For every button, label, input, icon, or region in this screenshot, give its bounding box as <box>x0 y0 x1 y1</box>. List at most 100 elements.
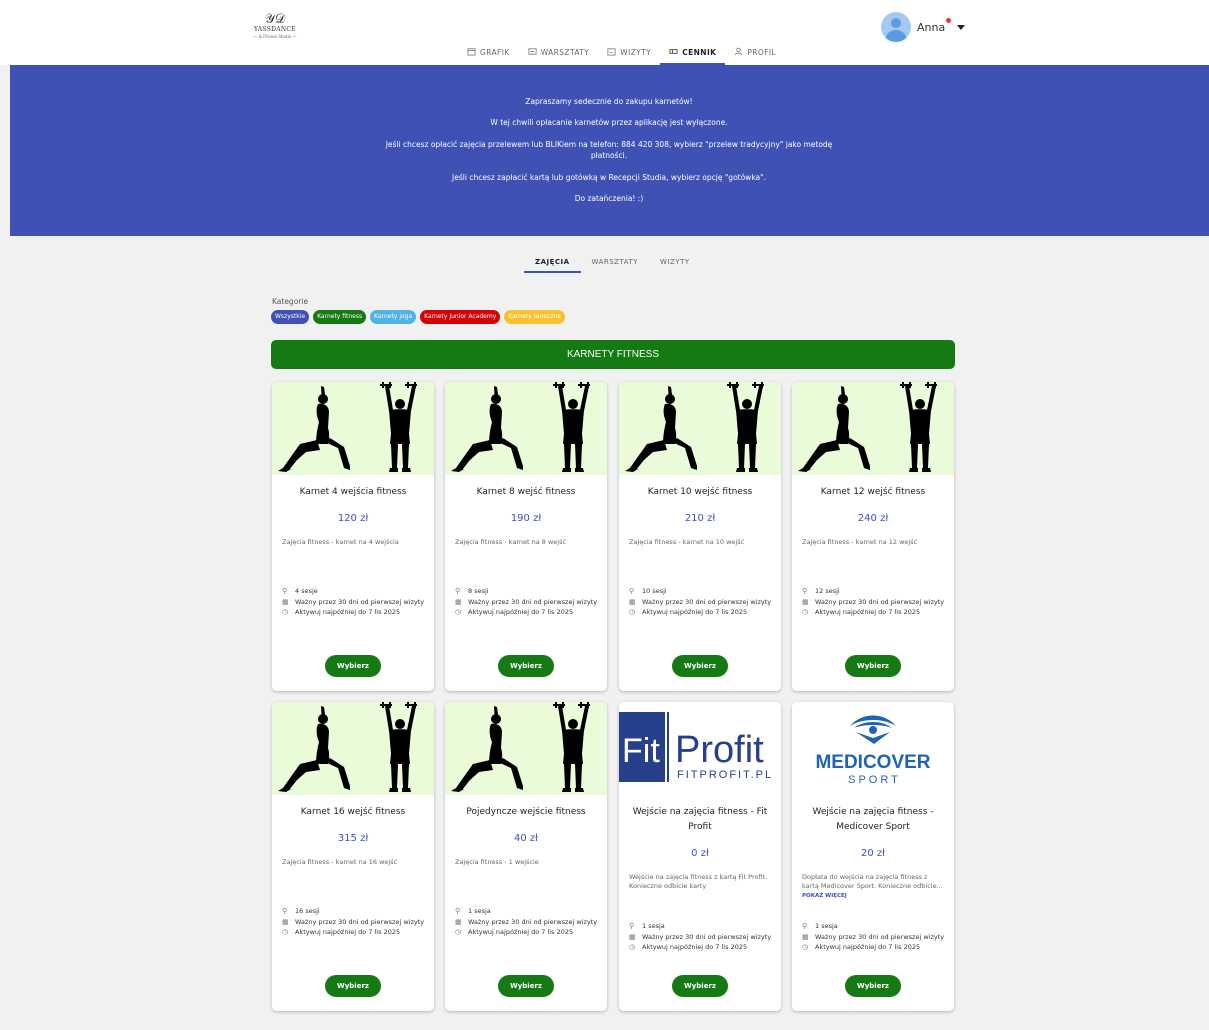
person-icon: ⚲ <box>802 587 808 595</box>
description-text: Dopłata do wejścia na zajęcia fitness z … <box>802 873 943 890</box>
clock-icon: ◷ <box>802 608 809 616</box>
category-chip[interactable]: Karnety Junior Academy <box>420 310 501 324</box>
nav-item-wizyty[interactable]: WIZYTY <box>598 42 660 63</box>
visits-icon <box>607 47 616 58</box>
fitness-image <box>445 702 607 795</box>
choose-button[interactable]: Wybierz <box>845 655 901 677</box>
nav-item-cennik[interactable]: CENNIK <box>660 42 726 65</box>
sessions-text: 10 sesji <box>642 587 667 595</box>
person-icon <box>734 47 743 58</box>
product-card[interactable]: Karnet 16 wejść fitness 315 zł Zajęcia fit… <box>272 702 434 1011</box>
user-name[interactable]: Anna <box>917 17 952 34</box>
card-meta: ⚲ 4 sesje ▦ Ważny przez 30 dni od pierwszej… <box>282 587 427 619</box>
validity-text: Ważny przez 30 dni od pierwszej wizyty <box>815 597 945 606</box>
description-text: Zajęcia fitness - karnet na 10 wejść <box>629 538 745 546</box>
validity-text: Ważny przez 30 dni od pierwszej wizyty <box>295 597 425 606</box>
meta-row: ◷ Aktywuj najpóźniej do 7 lis 2025 <box>282 928 427 937</box>
card-title: Wejście na zajęcia fitness - Medicover S… <box>812 807 934 832</box>
banner-line-4: Jeśli chcesz zapłacić kartą lub gotówką … <box>452 173 766 182</box>
choose-button[interactable]: Wybierz <box>845 975 901 997</box>
chevron-down-icon[interactable] <box>957 24 966 30</box>
description-text: Zajęcia fitness - karnet na 4 wejścia <box>282 538 399 546</box>
person-icon: ⚲ <box>282 587 288 595</box>
meta-row: ◷ Aktywuj najpóźniej do 7 lis 2025 <box>802 943 947 952</box>
type-tabs: ZAJĘCIA WARSZTATY WIZYTY <box>524 253 701 273</box>
nav-item-warsztaty[interactable]: WARSZTATY <box>519 42 599 63</box>
nav-label: CENNIK <box>682 48 717 57</box>
product-card[interactable]: Fit Profit FITPROFIT.PL Wejście na zajęcia … <box>619 702 781 1011</box>
description-text: Zajęcia fitness - karnet na 12 wejść <box>802 538 918 546</box>
card-meta: ⚲ 12 sesji ▦ Ważny przez 30 dni od pierwsze… <box>802 587 947 619</box>
choose-button[interactable]: Wybierz <box>672 655 728 677</box>
choose-button[interactable]: Wybierz <box>325 655 381 677</box>
sessions-text: 1 sesja <box>468 907 491 915</box>
meta-row: ⚲ 8 sesji <box>455 587 600 596</box>
person-icon: ⚲ <box>629 922 635 930</box>
activation-text: Aktywuj najpóźniej do 7 lis 2025 <box>468 928 574 936</box>
svg-text:S P O R T: S P O R T <box>848 774 898 786</box>
choose-button[interactable]: Wybierz <box>498 975 554 997</box>
sessions-text: 16 sesji <box>295 907 320 915</box>
meta-row: ⚲ 16 sesji <box>282 907 427 916</box>
workshop-icon <box>528 47 537 58</box>
choose-button[interactable]: Wybierz <box>672 975 728 997</box>
meta-row: ◷ Aktywuj najpóźniej do 7 lis 2025 <box>282 608 427 617</box>
card-meta: ⚲ 1 sesja ▦ Ważny przez 30 dni od pierwszej… <box>629 922 774 954</box>
choose-button[interactable]: Wybierz <box>498 655 554 677</box>
medicover-logo: MEDICOVER S P O R T <box>792 702 954 795</box>
fitness-image <box>272 702 434 795</box>
top-header: 𝒴𝒟 YASSDANCE — & Fitness Studio — GRAFIK… <box>0 0 1209 65</box>
category-chip[interactable]: Karnety joga <box>370 310 417 324</box>
tab-zajecia[interactable]: ZAJĘCIA <box>524 253 581 273</box>
show-more-link[interactable]: POKAŻ WIĘCEJ <box>802 893 847 899</box>
calendar-icon: ▦ <box>629 932 636 941</box>
meta-row: ▦ Ważny przez 30 dni od pierwszej wizyty <box>455 598 600 607</box>
card-price: 20 zł <box>861 848 885 859</box>
choose-button[interactable]: Wybierz <box>325 975 381 997</box>
info-banner: Zapraszamy sedecznie do zakupu karnetów!… <box>10 65 1209 236</box>
validity-text: Ważny przez 30 dni od pierwszej wizyty <box>468 917 598 926</box>
categories-label: Kategorie <box>272 297 309 306</box>
nav-item-grafik[interactable]: GRAFIK <box>458 42 519 63</box>
category-chip[interactable]: Karnety taneczne <box>504 310 565 324</box>
meta-row: ⚲ 1 sesja <box>802 922 947 931</box>
svg-text:FITPROFIT.PL: FITPROFIT.PL <box>677 769 773 781</box>
product-card[interactable]: Karnet 8 wejść fitness 190 zł Zajęcia fitn… <box>445 382 607 691</box>
product-card[interactable]: Karnet 4 wejścia fitness 120 zł Zajęcia fi… <box>272 382 434 691</box>
logo-subtitle: — & Fitness Studio — <box>253 34 297 39</box>
nav-item-profil[interactable]: PROFIL <box>725 42 785 63</box>
tab-warsztaty[interactable]: WARSZTATY <box>581 253 649 271</box>
card-description: Zajęcia fitness - karnet na 4 wejścia <box>272 538 434 547</box>
banner-line-5: Do zatańczenia! :) <box>574 194 644 203</box>
calendar-icon: ▦ <box>802 597 809 606</box>
product-card[interactable]: Pojedyncze wejście fitness 40 zł Zajęcia f… <box>445 702 607 1011</box>
main-nav: GRAFIK WARSZTATY WIZYTY CENNIK PROFIL <box>458 42 785 65</box>
calendar-icon: ▦ <box>629 597 636 606</box>
svg-text:MEDICOVER: MEDICOVER <box>815 752 930 773</box>
meta-row: ▦ Ważny przez 30 dni od pierwszej wizyty <box>282 918 427 927</box>
clock-icon: ◷ <box>282 608 289 616</box>
person-icon: ⚲ <box>629 587 635 595</box>
studio-logo[interactable]: 𝒴𝒟 YASSDANCE — & Fitness Studio — <box>252 13 298 40</box>
calendar-icon: ▦ <box>455 917 462 926</box>
product-card[interactable]: Karnet 12 wejść fitness 240 zł Zajęcia fit… <box>792 382 954 691</box>
meta-row: ▦ Ważny przez 30 dni od pierwszej wizyty <box>802 933 947 942</box>
clock-icon: ◷ <box>455 928 462 936</box>
nav-label: PROFIL <box>747 48 777 57</box>
category-chip[interactable]: Wszystkie <box>271 310 310 324</box>
product-card[interactable]: Karnet 10 wejść fitness 210 zł Zajęcia fit… <box>619 382 781 691</box>
activation-text: Aktywuj najpóźniej do 7 lis 2025 <box>468 608 574 616</box>
meta-row: ◷ Aktywuj najpóźniej do 7 lis 2025 <box>629 943 774 952</box>
fitness-image <box>272 382 434 475</box>
ticket-icon <box>669 47 678 58</box>
card-description: Dopłata do wejścia na zajęcia fitness z … <box>792 873 954 901</box>
person-icon: ⚲ <box>802 922 808 930</box>
card-description: Zajęcia fitness - karnet na 12 wejść <box>792 538 954 547</box>
avatar[interactable] <box>881 12 911 42</box>
user-menu[interactable]: Anna <box>881 12 966 42</box>
tab-wizyty[interactable]: WIZYTY <box>649 253 701 271</box>
category-chip[interactable]: Karnety fitness <box>313 310 367 324</box>
validity-text: Ważny przez 30 dni od pierwszej wizyty <box>642 597 772 606</box>
nav-label: WARSZTATY <box>540 48 590 57</box>
product-card[interactable]: MEDICOVER S P O R T Wejście na zajęcia fit… <box>792 702 954 1011</box>
